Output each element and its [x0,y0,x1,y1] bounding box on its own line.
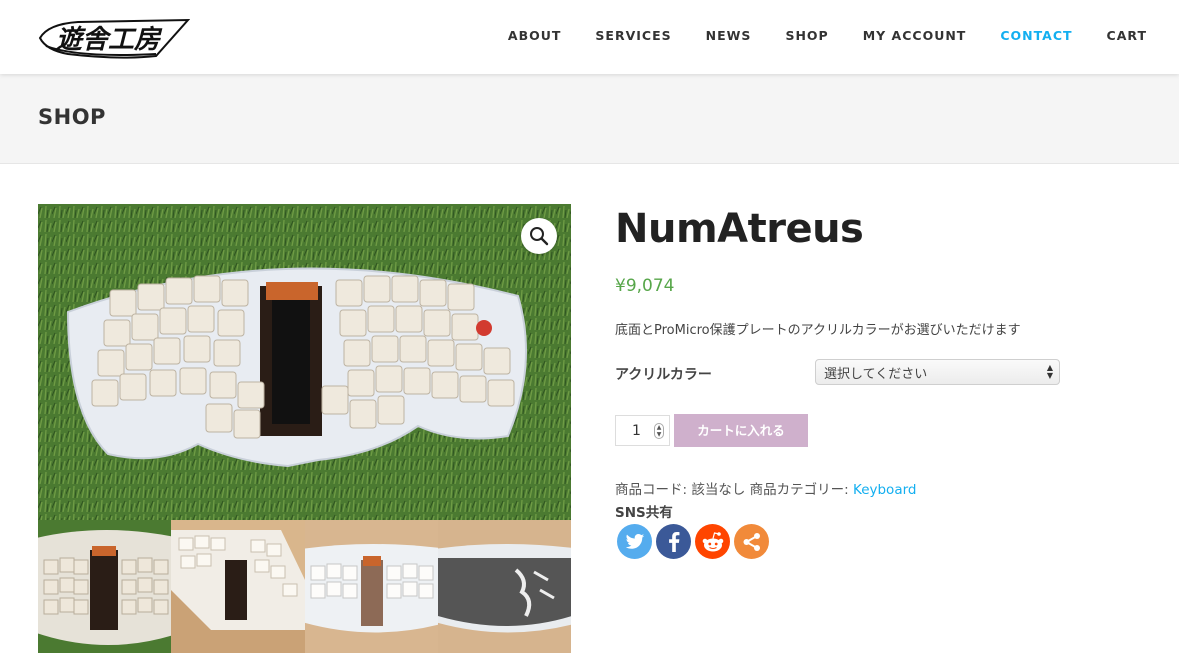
thumbnail-3[interactable] [304,520,438,653]
nav-contact[interactable]: CONTACT [1000,28,1072,43]
select-arrows-icon: ▲ ▼ [1046,363,1053,380]
product-title: NumAtreus [615,206,864,252]
facebook-share-button[interactable] [656,524,691,559]
thumbnail-strip [38,520,571,653]
logo-text: 遊舎工房 [56,25,163,55]
site-logo[interactable]: 遊舎工房 [38,16,191,60]
quantity-value: 1 [632,423,641,439]
category-link-keyboard[interactable]: Keyboard [853,482,916,498]
site-header: 遊舎工房 ABOUT SERVICES NEWS SHOP MY ACCOUNT… [0,0,1179,74]
category-label: 商品カテゴリー: [749,482,849,498]
more-share-button[interactable] [734,524,769,559]
product-main-image[interactable] [38,204,571,520]
page-title-band: SHOP [0,74,1179,164]
twitter-icon [625,533,644,549]
main-nav: ABOUT SERVICES NEWS SHOP MY ACCOUNT CONT… [474,28,1147,43]
nav-shop[interactable]: SHOP [785,28,828,43]
nav-services[interactable]: SERVICES [595,28,671,43]
product-description: 底面とProMicro保護プレートのアクリルカラーがお選びいただけます [615,323,1021,338]
quantity-stepper[interactable]: 1 ▲ ▼ [615,415,670,446]
thumbnail-1[interactable] [38,520,172,653]
variation-label: アクリルカラー [615,367,712,383]
sku-label: 商品コード: [615,482,688,498]
nav-news[interactable]: NEWS [706,28,752,43]
nav-about[interactable]: ABOUT [508,28,562,43]
page-title: SHOP [38,105,106,129]
product-meta: 商品コード: 該当なし 商品カテゴリー: Keyboard [615,478,916,498]
sns-share-buttons [617,524,769,559]
nav-my-account[interactable]: MY ACCOUNT [863,28,967,43]
thumbnail-2[interactable] [171,520,305,653]
facebook-icon [668,531,679,552]
share-icon [743,532,760,551]
acrylic-color-select[interactable]: 選択してください ▲ ▼ [815,359,1060,385]
spinner-arrows-icon[interactable]: ▲ ▼ [654,423,664,439]
sku-value: 該当なし [691,482,746,498]
sns-share-label: SNS共有 [615,505,673,521]
magnifier-icon [530,227,549,246]
add-to-cart-button[interactable]: カートに入れる [674,414,808,447]
reddit-icon [702,531,723,551]
nav-cart[interactable]: CART [1107,28,1147,43]
product-price: ¥9,074 [615,276,675,296]
thumbnail-4[interactable] [437,520,571,653]
twitter-share-button[interactable] [617,524,652,559]
zoom-button[interactable] [521,218,557,254]
reddit-share-button[interactable] [695,524,730,559]
variation-selected-value: 選択してください [824,367,928,382]
